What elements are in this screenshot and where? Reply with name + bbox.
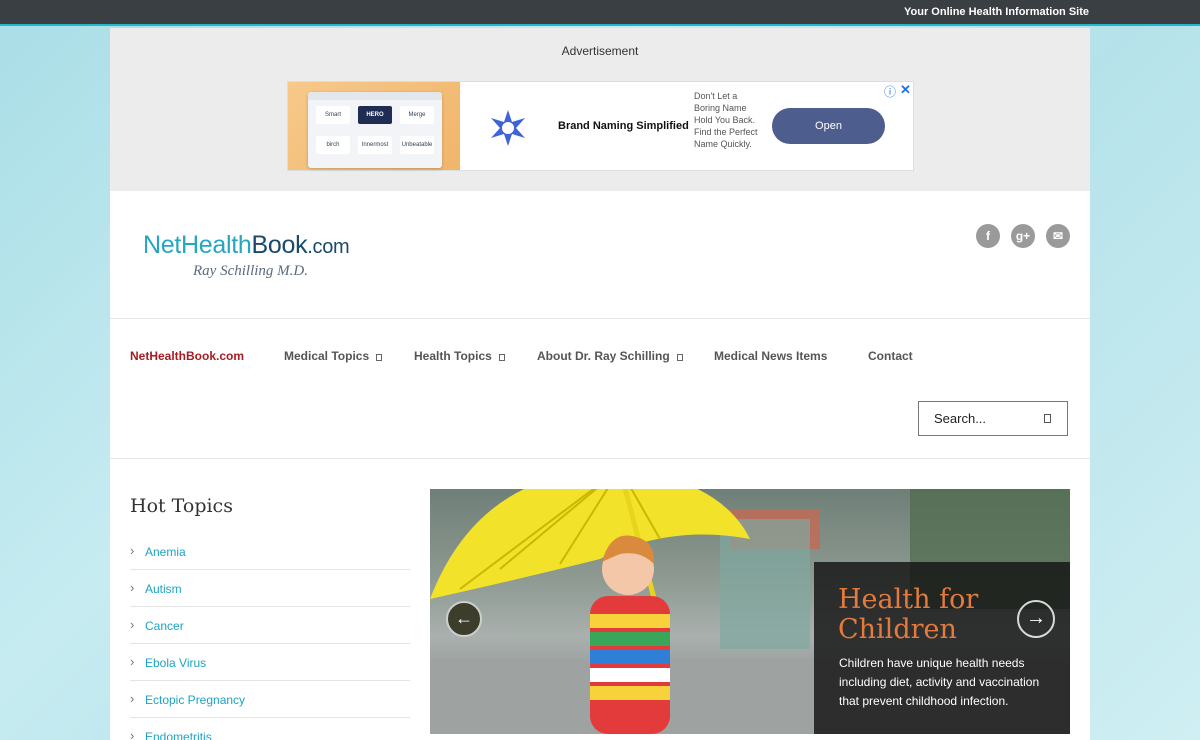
list-item: › Ebola Virus — [130, 644, 410, 681]
nav-item-about[interactable]: About Dr. Ray Schilling — [537, 349, 683, 363]
nav-item-home[interactable]: NetHealthBook.com — [130, 349, 244, 363]
dropdown-icon — [498, 354, 505, 361]
previous-slide-button[interactable]: ← — [446, 601, 482, 637]
hot-topics-list: › Anemia › Autism › Cancer › Ebola Virus › Ec… — [130, 533, 410, 740]
nav-item-label: Medical News Items — [714, 349, 828, 363]
child-illustration — [590, 535, 670, 734]
slide-description: Children have unique health needs includ… — [839, 656, 1040, 708]
ad-banner[interactable]: Smart HERO Merge birch Innermost Unbeata… — [287, 81, 914, 171]
slide-title[interactable]: Health for Children — [838, 585, 1018, 645]
logo-subtitle: Ray Schilling M.D. — [193, 263, 308, 279]
list-item: › Autism — [130, 570, 410, 607]
google-plus-icon[interactable]: g+ — [1011, 224, 1035, 248]
ad-tile: Smart — [316, 106, 350, 124]
nav-item-label: About Dr. Ray Schilling — [537, 349, 670, 363]
topic-link[interactable]: Anemia — [145, 545, 186, 559]
nav-item-medical-news[interactable]: Medical News Items — [714, 349, 827, 363]
search-input[interactable] — [919, 402, 1039, 435]
top-bar: Your Online Health Information Site — [0, 0, 1200, 26]
page-container: Advertisement Smart HERO Merge birch Inn… — [110, 28, 1090, 740]
email-icon[interactable]: ✉ — [1046, 224, 1070, 248]
main-navigation: NetHealthBook.com Medical Topics Health … — [110, 319, 1090, 459]
topic-link[interactable]: Cancer — [145, 619, 184, 633]
site-header: NetHealthBook.com Ray Schilling M.D. f g… — [110, 191, 1090, 319]
topic-link[interactable]: Ebola Virus — [145, 656, 206, 670]
ad-tile: Innermost — [358, 136, 392, 154]
list-item: › Anemia — [130, 533, 410, 570]
chevron-right-icon: › — [130, 617, 135, 632]
ad-open-button[interactable]: Open — [772, 108, 885, 144]
ad-title[interactable]: Brand Naming Simplified — [558, 120, 689, 132]
nav-item-label: NetHealthBook.com — [130, 349, 245, 363]
ad-tile: birch — [316, 136, 350, 154]
ad-info-icon[interactable]: ⓘ — [884, 83, 896, 100]
chevron-right-icon: › — [130, 543, 135, 558]
ad-tile: Merge — [400, 106, 434, 124]
ad-screenshot: Smart HERO Merge birch Innermost Unbeata… — [308, 92, 442, 168]
nav-item-health-topics[interactable]: Health Topics — [414, 349, 505, 363]
chevron-right-icon: › — [130, 654, 135, 669]
chevron-right-icon: › — [130, 728, 135, 740]
nav-item-contact[interactable]: Contact — [868, 349, 913, 363]
ad-close-icon[interactable]: ✕ — [900, 82, 911, 98]
ad-brand-logo-icon — [491, 110, 525, 146]
ad-description: Don't Let a Boring Name Hold You Back. F… — [694, 91, 758, 149]
search-icon[interactable] — [1044, 414, 1051, 423]
search-box — [918, 401, 1068, 436]
dropdown-icon — [376, 354, 383, 361]
topic-link[interactable]: Endometritis — [145, 730, 212, 740]
advertisement-label: Advertisement — [561, 44, 639, 58]
nav-item-medical-topics[interactable]: Medical Topics — [284, 349, 383, 363]
nav-item-label: Contact — [868, 349, 913, 363]
topic-link[interactable]: Ectopic Pregnancy — [145, 693, 245, 707]
featured-slider[interactable]: ← Health for Children Children have uniq… — [430, 489, 1070, 734]
ad-tile: HERO — [358, 106, 392, 124]
advertisement-area: Advertisement Smart HERO Merge birch Inn… — [110, 28, 1090, 191]
list-item: › Ectopic Pregnancy — [130, 681, 410, 718]
logo-text-com: .com — [307, 236, 350, 258]
list-item: › Cancer — [130, 607, 410, 644]
site-tagline: Your Online Health Information Site — [904, 6, 1089, 18]
ad-image[interactable]: Smart HERO Merge birch Innermost Unbeata… — [288, 82, 460, 170]
logo-text-book: Book — [251, 231, 308, 259]
ad-tile: Unbeatable — [400, 136, 434, 154]
nav-item-label: Medical Topics — [284, 349, 370, 363]
topic-link[interactable]: Autism — [145, 582, 182, 596]
next-slide-button[interactable]: → — [1017, 600, 1055, 638]
list-item: › Endometritis — [130, 718, 410, 740]
nav-item-label: Health Topics — [414, 349, 492, 363]
site-logo[interactable]: NetHealthBook.com — [143, 231, 350, 260]
chevron-right-icon: › — [130, 580, 135, 595]
chevron-right-icon: › — [130, 691, 135, 706]
facebook-icon[interactable]: f — [976, 224, 1000, 248]
logo-text-nethealth: NetHealth — [143, 231, 252, 259]
slide-caption: Health for Children Children have unique… — [814, 562, 1070, 734]
dropdown-icon — [676, 354, 683, 361]
hot-topics-title: Hot Topics — [130, 495, 233, 517]
